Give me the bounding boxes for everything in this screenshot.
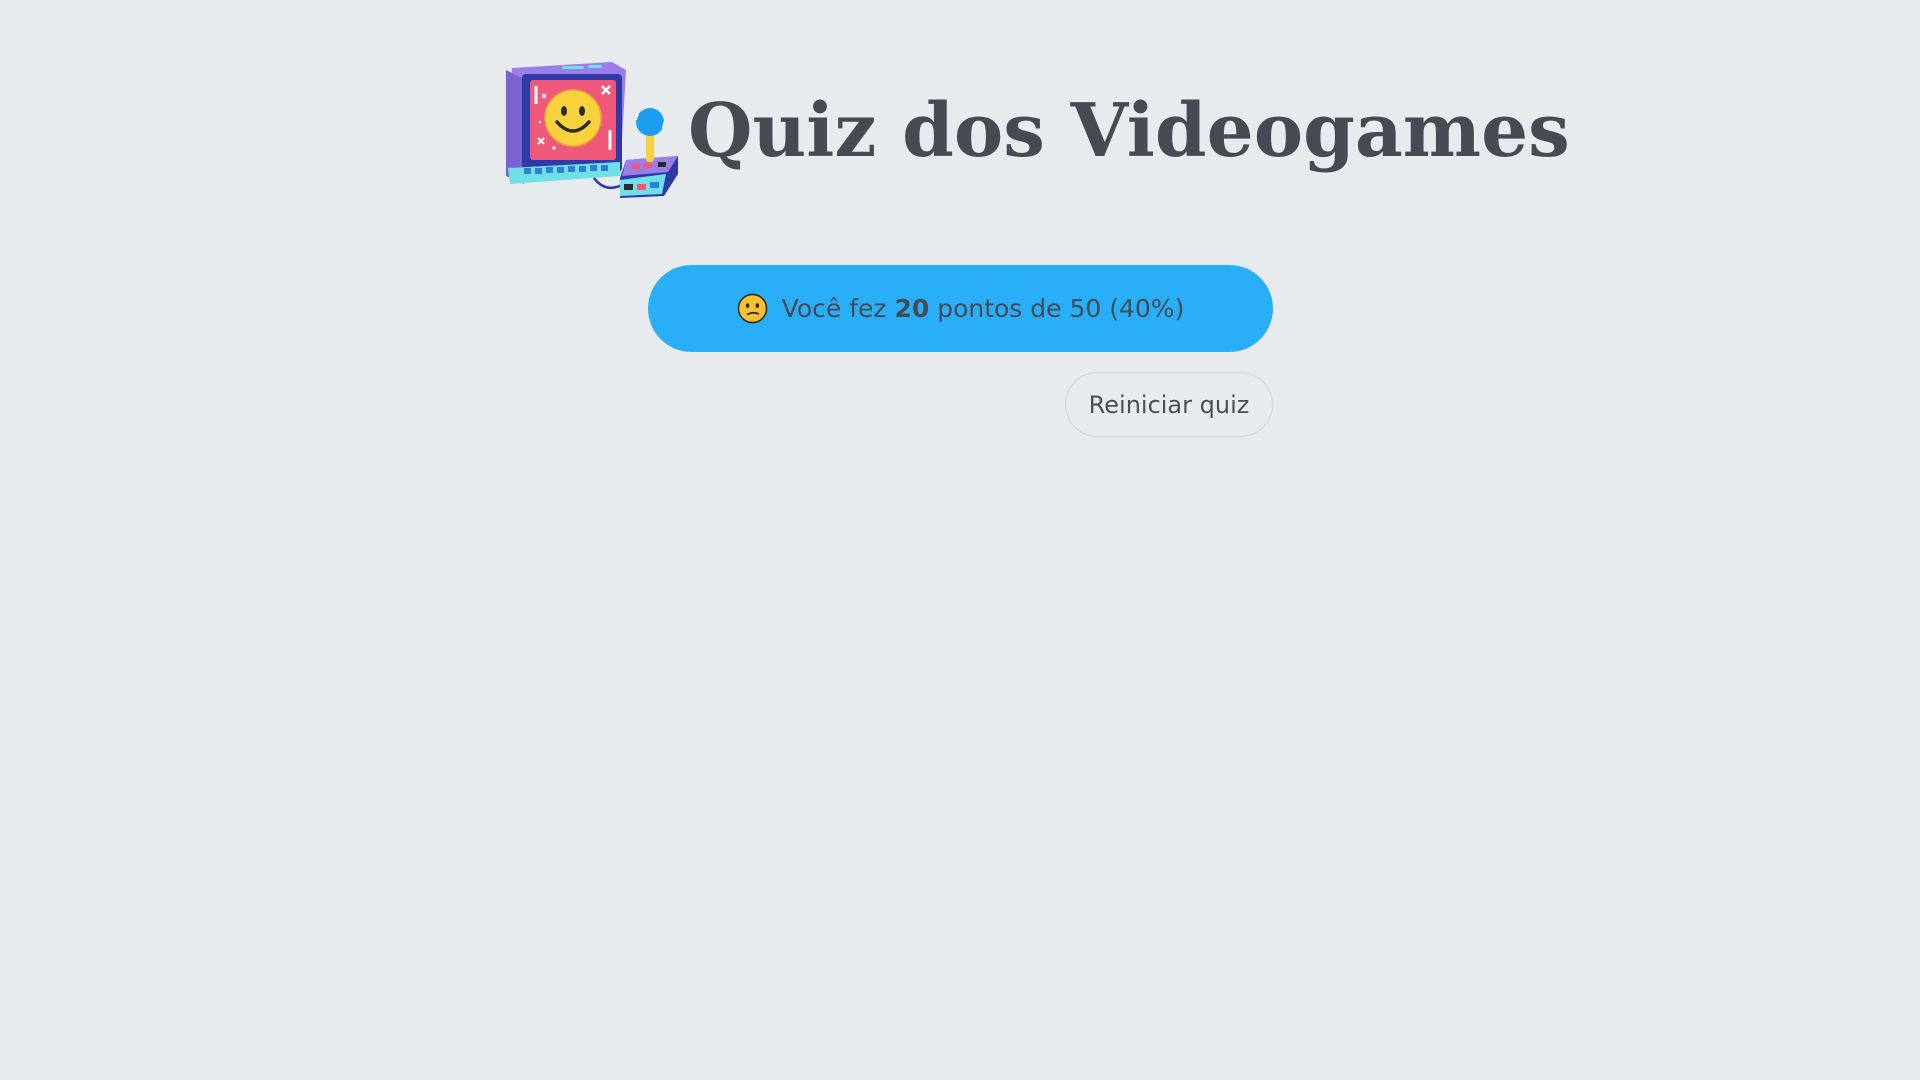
quiz-app: Quiz dos Videogames Você fez 20 pontos d…: [0, 0, 1920, 1080]
page-title: Quiz dos Videogames: [688, 87, 1570, 174]
score-total: 50: [1069, 294, 1102, 323]
retro-tv-joystick-icon: [506, 62, 678, 198]
confused-face-icon: [737, 293, 767, 324]
page-header: Quiz dos Videogames: [502, 56, 1570, 201]
score-middle: pontos de: [929, 294, 1070, 323]
score-result-banner: Você fez 20 pontos de 50 (40%): [648, 265, 1273, 352]
score-value: 20: [894, 294, 930, 323]
restart-quiz-button[interactable]: Reiniciar quiz: [1065, 372, 1273, 437]
score-percent: (40%): [1101, 294, 1185, 323]
score-text: Você fez 20 pontos de 50 (40%): [782, 294, 1185, 323]
score-prefix: Você fez: [781, 294, 895, 323]
